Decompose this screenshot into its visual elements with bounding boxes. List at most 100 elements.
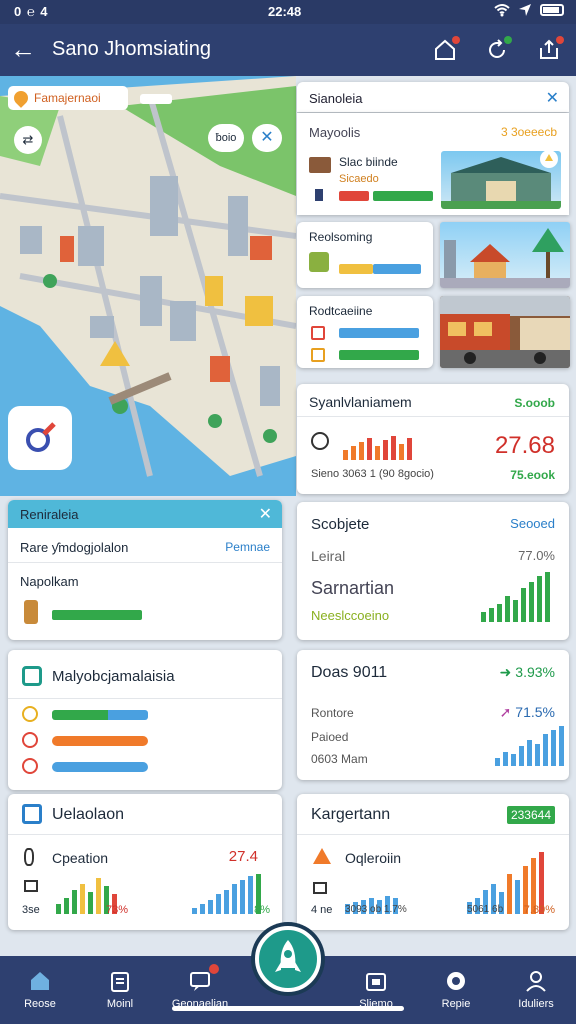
shop-icon [309,157,331,173]
nav-label: Moinl [106,998,134,1010]
nearby-header: Sianoleia ✕ [297,82,569,112]
nav-item-geonaelian[interactable]: Geonaelian [160,956,240,1010]
share-button[interactable] [534,36,564,64]
analytics-left-sub: Cpeation [52,850,109,866]
timer-icon [311,432,329,450]
rating-bar-red [339,191,369,201]
rating-bar-green [339,350,419,360]
doas-bar-chart [495,726,564,766]
alarm-icon [22,758,38,774]
region-card[interactable]: Reniraleia ✕ Rare ƴmdogjolalon Pemnae Na… [8,500,282,640]
location-arrow-icon [519,4,531,16]
temple-thumbnail[interactable] [440,222,570,288]
nearby-subtitle-value: 3 3oeeecb [500,125,557,139]
nearby-card-2[interactable]: Reolsoming [297,222,433,288]
doas-value-2: ➚ 71.5% [500,704,555,721]
street-thumbnail[interactable] [440,296,570,368]
rating-bar-blue [339,328,419,338]
stats-card[interactable]: Syanlvlaniamem S.ooob 27.68 Sieno 3063 1… [297,384,569,494]
analytics-right-title: Kargertann [311,806,391,823]
status-left: 0 ℮ 4 [14,4,49,19]
doas-card[interactable]: Doas 9011 ➜ 3.93% Rontore ➚ 71.5% Paioed… [297,650,569,780]
nav-item-moinl[interactable]: Moinl [80,956,160,1010]
location-chip[interactable]: Famajernaoi [8,86,128,110]
doas-title: Doas 9011 [311,664,388,681]
nearby-card-1[interactable]: Mayoolis 3 3oeeecb Slac biinde Sicaedo [297,113,569,215]
analytics-left-chart-2 [192,874,261,914]
subject-row3: Neeslccoeino [311,608,390,623]
analytics-card-left[interactable]: Uelaolaon Cpeation 27.4 3se 73% 8% [8,794,282,930]
nav-item-sliemo[interactable]: Sliemo [336,956,416,1010]
nav-item-repie[interactable]: Repie [416,956,496,1010]
calendar-icon [363,968,389,994]
nav-label: Iduliers [518,998,554,1010]
analytics-left-title: Uelaolaon [52,806,125,823]
rating-bar-yellow [339,264,373,274]
square-icon [22,804,42,824]
market-icon [309,252,329,272]
doas-row2: Paioed [311,730,349,744]
trend-icon: ➚ [499,704,516,720]
route-button[interactable]: ✕ [252,124,282,152]
map-tag [140,94,172,104]
stats-bar-chart [343,434,412,460]
status-icons [494,3,564,17]
category-bar-blue-2 [52,762,148,772]
doas-value-1: ➜ 3.93% [500,664,555,681]
analytics-right-foot2: 3093 ob 1.7% [345,904,407,915]
analytics-right-badge: 233644 [506,806,555,824]
close-icon[interactable]: ✕ [259,504,272,524]
distance-chip[interactable]: ƀoio [208,124,244,152]
item-name: Reolsoming [309,230,373,244]
region-row-label: Rare ƴmdogjolalon [20,540,129,555]
subject-title: Scobjete [311,516,370,533]
nav-item-home[interactable]: Reose [0,956,80,1010]
list-title: Malyobcjamalaisia [52,668,175,685]
category-bar-orange [52,736,148,746]
divider [297,834,569,835]
nav-item-iduliers[interactable]: Iduliers [496,956,576,1010]
rocket-button[interactable] [255,926,321,992]
close-icon[interactable]: ✕ [546,88,559,108]
region-row-link[interactable]: Pemnae [225,540,270,554]
home-notification-button[interactable] [430,36,460,64]
doas-row3: 0603 Mam [311,752,368,766]
landmark-thumbnail[interactable] [441,151,561,209]
category-list-card[interactable]: Malyobcjamalaisia [8,650,282,790]
subject-card[interactable]: Scobjete Seooed Leiral 77.0% Sarnartian … [297,502,569,640]
nearby-card-3[interactable]: Rodtcaeiine [297,296,433,368]
checkbox-icon [313,882,327,894]
nearby-title: Sianoleia [309,91,363,106]
analytics-left-value: 27.4 [228,848,258,865]
rating-bar-blue [373,264,421,274]
status-bar: 0 ℮ 4 22:48 [0,0,576,24]
battery-icon [540,4,564,16]
alert-dot [556,36,564,44]
divider [8,698,282,699]
back-arrow-icon[interactable]: ← [10,35,36,63]
app-bar: ← Sano Jhomsiating [0,24,576,76]
page-title: Sano Jhomsiating [52,38,211,60]
stats-title-value: S.ooob [514,396,555,410]
bottle-icon [24,600,38,624]
stats-footer-value: 75.eook [510,468,555,482]
region-header: Reniraleia ✕ [8,500,282,528]
sync-button[interactable] [482,36,512,64]
analytics-right-foot4: 7.89% [523,904,555,916]
stats-footer: Sieno 3063 1 (90 8gocio) [311,468,434,480]
food-icon [311,326,325,340]
notification-dot [209,964,219,974]
rating-bar-green [373,191,433,201]
fullscreen-button[interactable]: ⇄ [14,126,42,154]
locate-button[interactable] [8,406,72,470]
collapse-icon: ⇄ [22,132,34,147]
region-row2-label: Napolkam [20,574,79,589]
subject-row1-value: 77.0% [518,548,555,563]
analytics-card-right[interactable]: Kargertann 233644 Oqleroiin 4 ne 3093 ob… [297,794,569,930]
progress-bar [52,610,142,620]
city-map[interactable]: Famajernaoi ƀoio ✕ ⇄ [0,76,296,496]
status-time: 22:48 [268,4,302,19]
category-bar-blue [108,710,148,720]
divider [8,562,282,563]
compass-icon [26,422,56,452]
